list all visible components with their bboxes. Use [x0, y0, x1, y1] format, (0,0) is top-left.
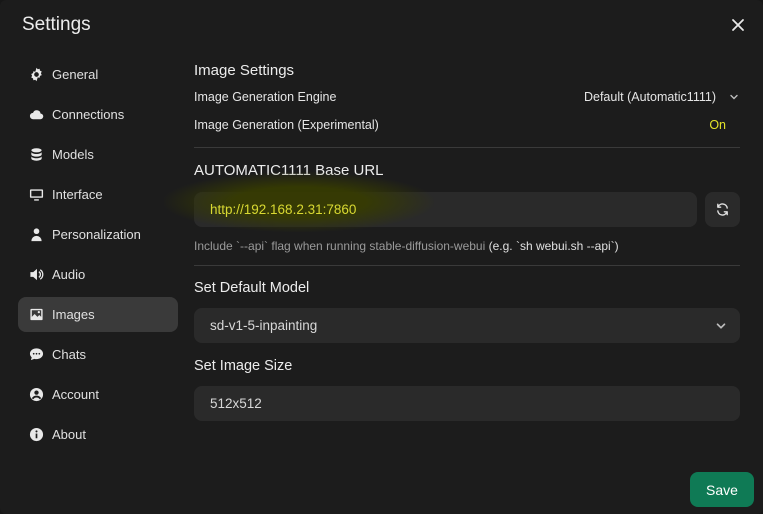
divider: [194, 265, 740, 266]
generation-toggle[interactable]: On: [693, 109, 745, 139]
engine-label: Image Generation Engine: [194, 90, 337, 104]
database-icon: [28, 147, 44, 163]
refresh-button[interactable]: [704, 192, 740, 227]
base-url-row: http://192.168.2.31:7860: [164, 172, 740, 232]
base-url-value: http://192.168.2.31:7860: [210, 202, 357, 217]
refresh-icon: [716, 203, 728, 216]
close-button[interactable]: [727, 14, 749, 36]
sidebar-item-general[interactable]: General: [18, 57, 178, 92]
user-circle-icon: [28, 387, 44, 403]
default-model-heading: Set Default Model: [194, 280, 310, 296]
base-url-heading: AUTOMATIC1111 Base URL: [194, 162, 384, 179]
sidebar-item-label: Models: [52, 147, 94, 162]
sidebar-item-label: Audio: [52, 267, 86, 282]
images-settings-panel: Image Settings Image Generation Engine D…: [164, 60, 745, 421]
chevron-down-icon: [716, 322, 726, 329]
sidebar-item-label: Connections: [52, 107, 125, 122]
settings-sidebar: General Connections Models Interface Per…: [18, 57, 178, 457]
close-icon: [732, 19, 744, 31]
divider: [194, 147, 740, 148]
image-size-input[interactable]: 512x512: [194, 386, 740, 421]
hint-text: Include `--api` flag when running stable…: [194, 239, 489, 253]
user-icon: [28, 227, 44, 243]
image-size-heading: Set Image Size: [194, 358, 293, 374]
base-url-input[interactable]: http://192.168.2.31:7860: [164, 172, 697, 232]
cloud-icon: [28, 107, 44, 123]
generation-label: Image Generation (Experimental): [194, 118, 379, 132]
image-icon: [28, 307, 44, 323]
engine-row: Image Generation Engine Default (Automat…: [194, 87, 740, 107]
sidebar-item-label: About: [52, 427, 86, 442]
chevron-down-icon: [730, 94, 738, 100]
settings-dialog: Settings General Connections Models Inte…: [0, 0, 763, 514]
sidebar-item-about[interactable]: About: [18, 417, 178, 452]
hint-example: (e.g. `sh webui.sh --api`): [488, 239, 619, 253]
image-settings-heading: Image Settings: [194, 62, 295, 79]
engine-value: Default (Automatic1111): [583, 90, 716, 104]
sidebar-item-label: General: [52, 67, 99, 82]
default-model-select[interactable]: sd-v1-5-inpainting: [194, 308, 740, 343]
monitor-icon: [28, 187, 44, 203]
sidebar-item-label: Personalization: [52, 227, 141, 242]
chat-bubble-icon: [28, 347, 44, 363]
info-icon: [28, 427, 44, 443]
sidebar-item-connections[interactable]: Connections: [18, 97, 178, 132]
base-url-hint: Include `--api` flag when running stable…: [194, 239, 740, 253]
image-size-value: 512x512: [210, 396, 262, 411]
speaker-icon: [28, 267, 44, 283]
sidebar-item-label: Chats: [52, 347, 86, 362]
gear-icon: [28, 67, 44, 83]
sidebar-item-personalization[interactable]: Personalization: [18, 217, 178, 252]
sidebar-item-label: Account: [52, 387, 99, 402]
dialog-title: Settings: [22, 14, 91, 35]
sidebar-item-interface[interactable]: Interface: [18, 177, 178, 212]
sidebar-item-label: Images: [52, 307, 95, 322]
sidebar-item-images[interactable]: Images: [18, 297, 178, 332]
sidebar-item-account[interactable]: Account: [18, 377, 178, 412]
sidebar-item-label: Interface: [52, 187, 103, 202]
sidebar-item-chats[interactable]: Chats: [18, 337, 178, 372]
sidebar-item-models[interactable]: Models: [18, 137, 178, 172]
engine-select[interactable]: Default (Automatic1111): [584, 90, 740, 104]
save-button[interactable]: Save: [690, 472, 754, 507]
generation-row: Image Generation (Experimental) On: [194, 109, 745, 139]
default-model-value: sd-v1-5-inpainting: [210, 318, 318, 333]
sidebar-item-audio[interactable]: Audio: [18, 257, 178, 292]
